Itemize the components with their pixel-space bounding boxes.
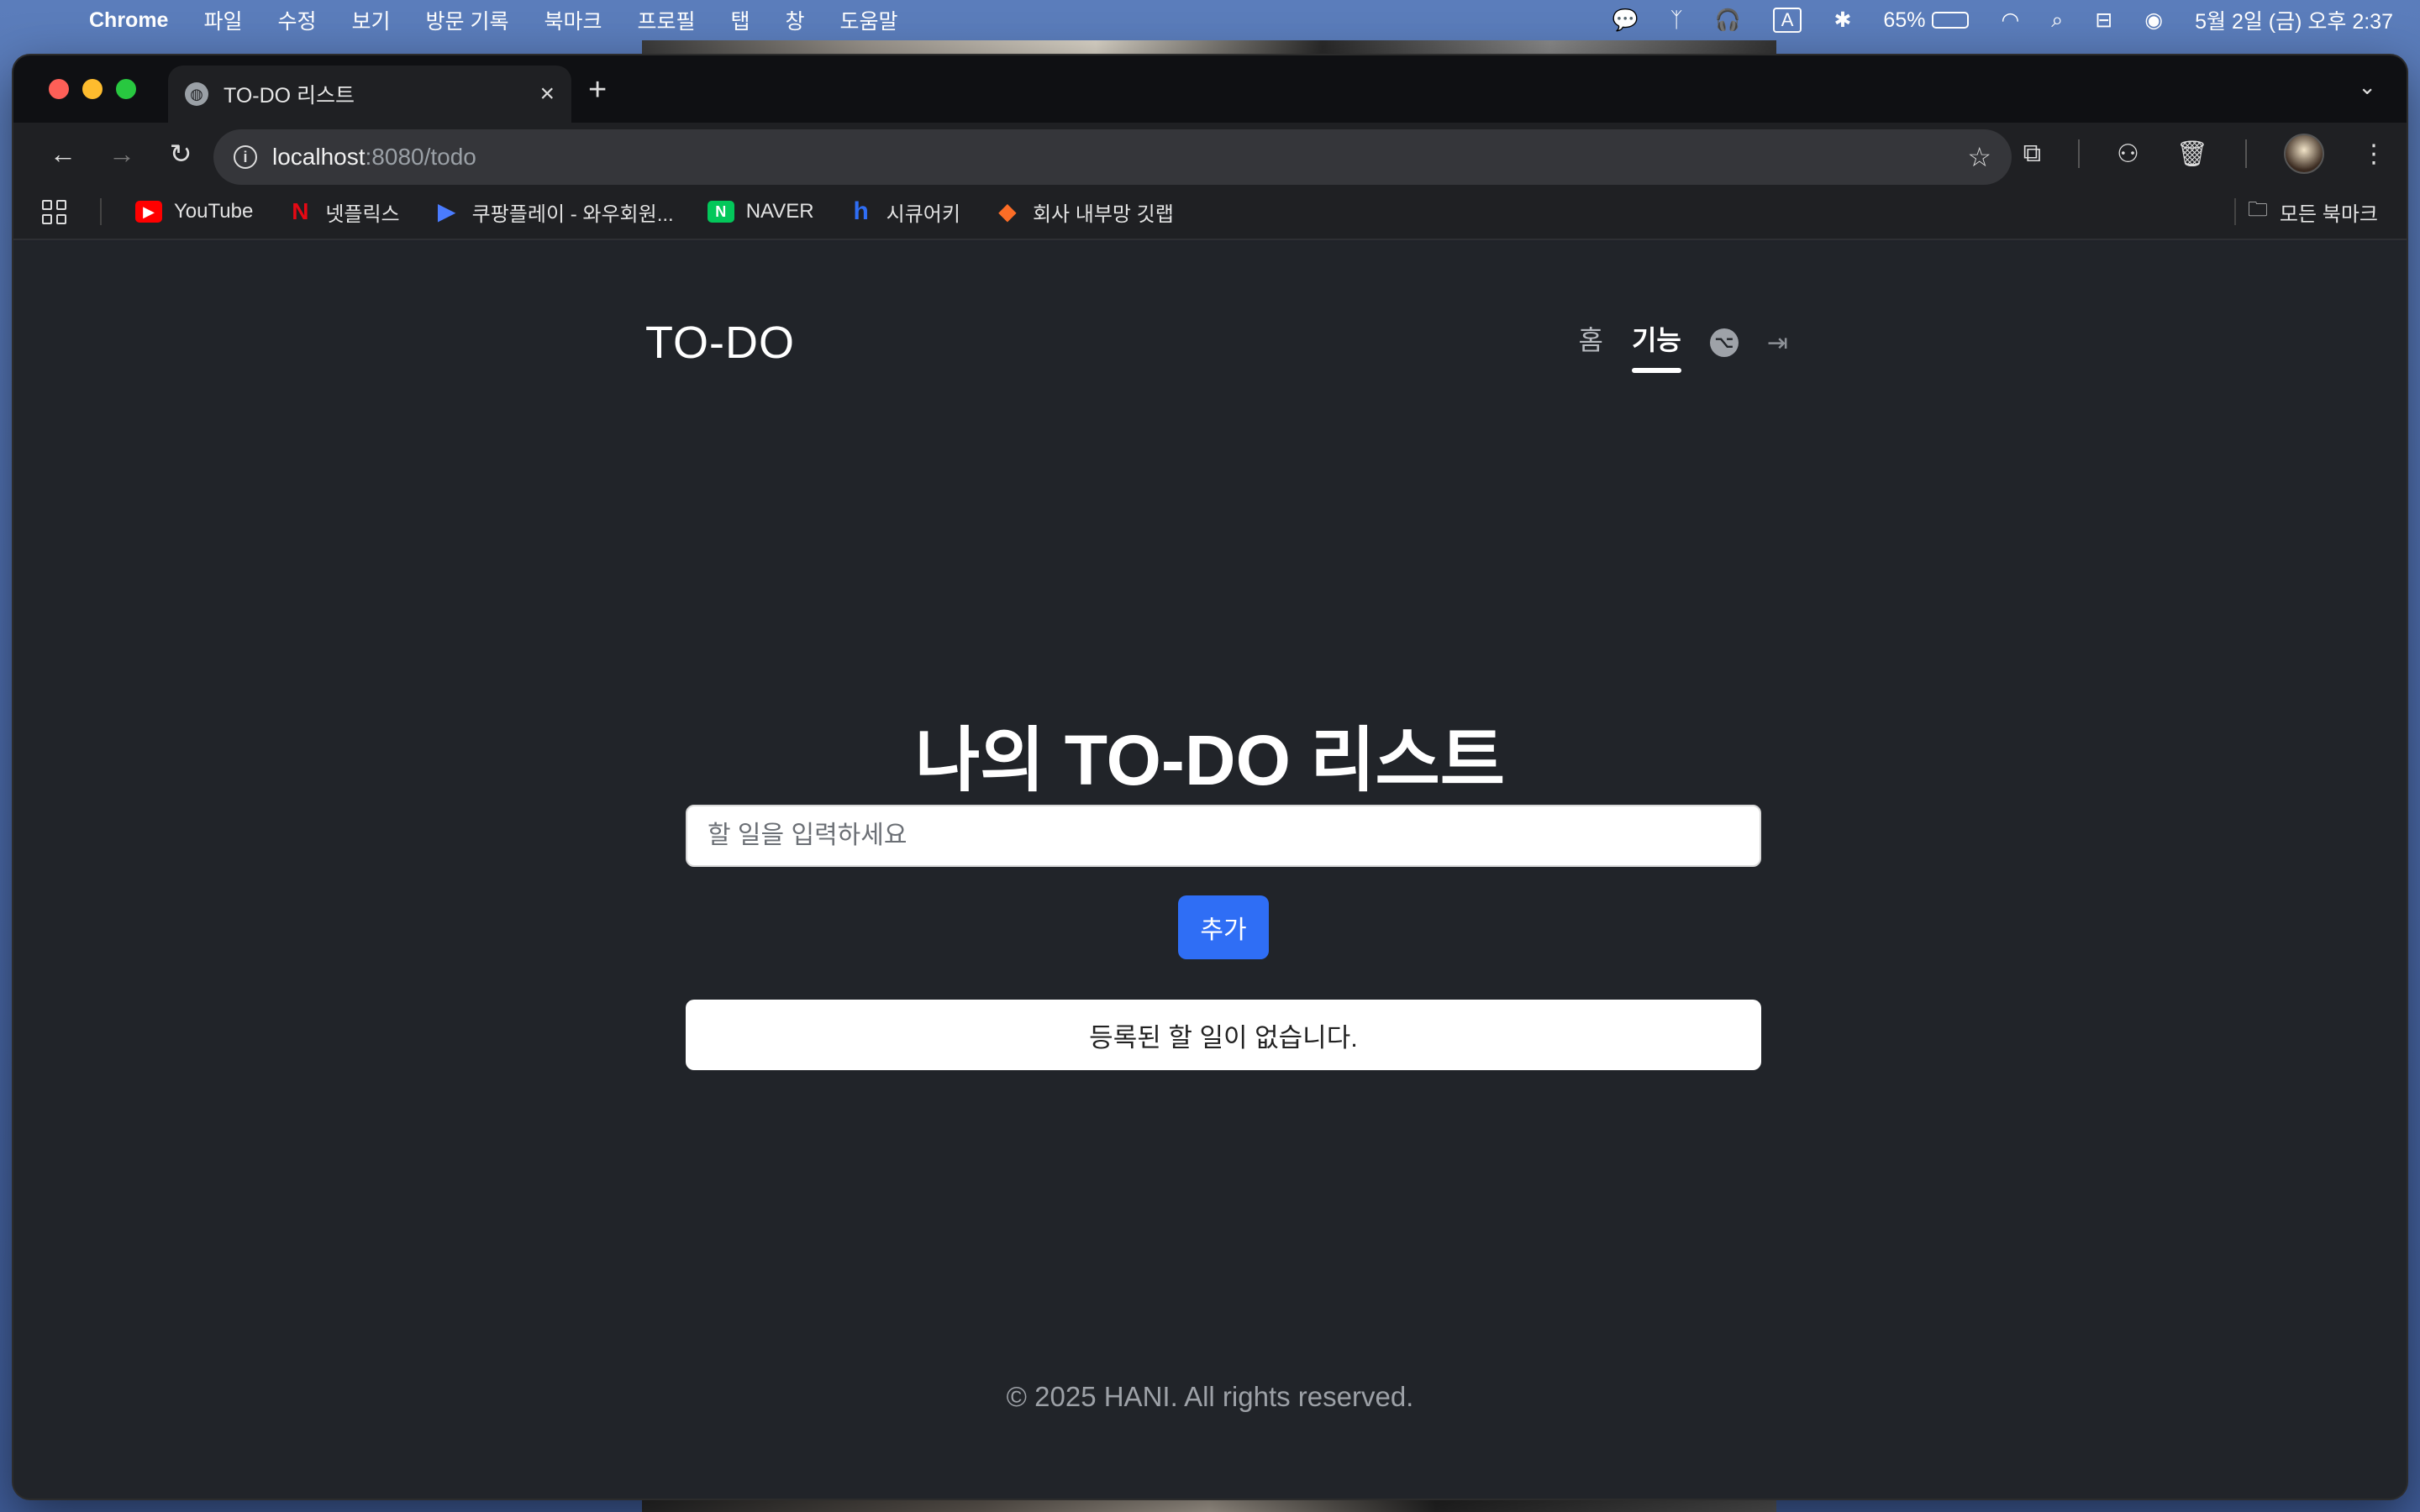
messages-icon[interactable]: 💬 [1612, 8, 1638, 33]
menu-file[interactable]: 파일 [203, 5, 242, 35]
profile-avatar[interactable] [2284, 134, 2324, 174]
add-todo-button[interactable]: 추가 [1178, 895, 1269, 959]
logout-icon[interactable]: ⇥ [1767, 328, 1788, 358]
bookmark-netflix[interactable]: N 넷플릭스 [287, 197, 399, 227]
menubar-status-area: 💬 ᛉ 🎧 A ✱ 65% ◠ ⌕ ⊟ ◉ 5월 2일 (금) 오후 2:37 [1612, 5, 2393, 35]
close-tab-icon[interactable]: × [539, 80, 555, 108]
url-host: localhost [272, 144, 366, 170]
menu-window[interactable]: 창 [786, 5, 805, 35]
netflix-icon: N [292, 198, 309, 224]
bluetooth-arrow-icon[interactable]: ᛉ [1670, 8, 1683, 33]
site-nav: 홈 기능 ⌥ ⇥ [1579, 319, 1788, 373]
menu-bookmarks[interactable]: 북마크 [544, 5, 602, 35]
spotlight-search-icon[interactable]: ⌕ [2051, 8, 2063, 33]
youtube-icon: ▶ [135, 201, 162, 223]
site-logo[interactable]: TO-DO [645, 317, 795, 369]
trash-icon[interactable]: 🗑 [2176, 139, 2208, 169]
empty-todo-message: 등록된 할 일이 없습니다. [686, 1000, 1761, 1070]
all-bookmarks-folder[interactable]: 🗀 모든 북마크 [2233, 195, 2378, 229]
input-source-icon[interactable]: A [1772, 8, 1802, 33]
address-bar[interactable]: i localhost:8080/todo ☆ [213, 129, 2012, 185]
menu-profiles[interactable]: 프로필 [637, 5, 695, 35]
toolbar-divider [2245, 139, 2247, 168]
siri-icon[interactable]: ◉ [2144, 8, 2163, 33]
battery-icon [1932, 12, 1970, 29]
bookmark-gitlab[interactable]: ◆ 회사 내부망 깃랩 [994, 197, 1174, 227]
browser-window: ◍ TO-DO 리스트 × + ⌄ ← → ↻ i localhost:8080… [13, 55, 2407, 1499]
coupang-play-icon: ▶ [437, 198, 456, 224]
naver-icon: N [707, 201, 734, 223]
bookmark-label: NAVER [745, 200, 814, 223]
bookmark-coupang-play[interactable]: ▶ 쿠팡플레이 - 와우회원... [434, 197, 674, 227]
folder-icon: 🗀 [2247, 197, 2268, 221]
todo-input[interactable] [686, 805, 1761, 867]
menu-app-name[interactable]: Chrome [89, 8, 168, 33]
apps-grid-icon[interactable] [42, 199, 66, 224]
tab-search-chevron-icon[interactable]: ⌄ [2358, 74, 2376, 100]
menu-help[interactable]: 도움말 [840, 5, 898, 35]
menu-history[interactable]: 방문 기록 [426, 5, 509, 35]
bookmarks-divider [100, 198, 102, 225]
nav-home[interactable]: 홈 [1579, 319, 1603, 366]
bookmark-securekey[interactable]: h 시큐어키 [848, 197, 960, 227]
bookmark-label: YouTube [174, 200, 254, 223]
github-icon[interactable]: ⌥ [1709, 328, 1739, 357]
bookmark-label: 넷플릭스 [325, 202, 400, 226]
bookmark-label: 회사 내부망 깃랩 [1032, 202, 1174, 226]
web-page: TO-DO 홈 기능 ⌥ ⇥ 나의 TO-DO 리스트 추가 등록된 할 일이 … [13, 242, 2407, 1499]
forward-button[interactable]: → [92, 139, 151, 170]
empty-todo-text: 등록된 할 일이 없습니다. [1089, 1022, 1358, 1053]
bookmarks-divider [2233, 198, 2236, 225]
bookmark-youtube[interactable]: ▶ YouTube [135, 200, 253, 223]
tab-strip: ◍ TO-DO 리스트 × + ⌄ [13, 55, 2407, 123]
bookmark-star-icon[interactable]: ☆ [1967, 141, 1991, 173]
minimize-window-button[interactable] [82, 79, 103, 99]
menu-tab[interactable]: 탭 [731, 5, 750, 35]
securekey-icon: h [853, 197, 869, 225]
window-controls [49, 79, 136, 99]
menu-view[interactable]: 보기 [352, 5, 391, 35]
bookmark-naver[interactable]: N NAVER [707, 200, 814, 223]
url-text[interactable]: localhost:8080/todo [272, 144, 476, 171]
browser-tab[interactable]: ◍ TO-DO 리스트 × [168, 66, 571, 123]
battery-percent: 65% [1883, 8, 1926, 32]
all-bookmarks-label: 모든 북마크 [2279, 202, 2378, 226]
new-tab-button[interactable]: + [588, 72, 607, 108]
reload-button[interactable]: ↻ [151, 138, 210, 170]
zoom-window-button[interactable] [116, 79, 136, 99]
bookmark-label: 쿠팡플레이 - 와우회원... [471, 202, 674, 226]
bookmark-label: 시큐어키 [886, 202, 960, 226]
wallpaper-photo [642, 40, 1776, 57]
incognito-icon[interactable]: ⚇ [2117, 139, 2139, 169]
control-center-icon[interactable]: ⊟ [2095, 8, 2112, 33]
tab-title: TO-DO 리스트 [224, 84, 355, 108]
page-title: 나의 TO-DO 리스트 [914, 721, 1506, 800]
wifi-icon[interactable]: ◠ [2001, 8, 2019, 33]
nav-features[interactable]: 기능 [1631, 319, 1681, 373]
battery-status[interactable]: 65% [1883, 8, 1970, 33]
close-window-button[interactable] [49, 79, 69, 99]
toolbar-divider [2078, 139, 2080, 168]
macos-menubar: Chrome 파일 수정 보기 방문 기록 북마크 프로필 탭 창 도움말 💬 … [0, 0, 2420, 40]
url-path: :8080/todo [365, 144, 476, 170]
menubar-clock[interactable]: 5월 2일 (금) 오후 2:37 [2195, 5, 2393, 35]
chrome-menu-icon[interactable]: ⋮ [2361, 139, 2386, 169]
site-header: TO-DO 홈 기능 ⌥ ⇥ [645, 309, 1788, 376]
globe-icon: ◍ [185, 82, 208, 106]
airpods-icon[interactable]: 🎧 [1715, 8, 1741, 33]
gitlab-icon: ◆ [998, 198, 1017, 224]
site-info-icon[interactable]: i [234, 145, 257, 169]
toolbar-actions: ⧉ ⚇ 🗑 ⋮ [2023, 123, 2386, 185]
bookmarks-bar: ▶ YouTube N 넷플릭스 ▶ 쿠팡플레이 - 와우회원... N NAV… [13, 185, 2407, 240]
back-button[interactable]: ← [34, 139, 92, 170]
bluetooth-icon[interactable]: ✱ [1833, 8, 1851, 33]
site-footer: © 2025 HANI. All rights reserved. [1006, 1381, 1414, 1412]
browser-toolbar: ← → ↻ i localhost:8080/todo ☆ ⧉ ⚇ 🗑 ⋮ [13, 123, 2407, 185]
menu-edit[interactable]: 수정 [277, 5, 316, 35]
extensions-icon[interactable]: ⧉ [2023, 139, 2041, 168]
